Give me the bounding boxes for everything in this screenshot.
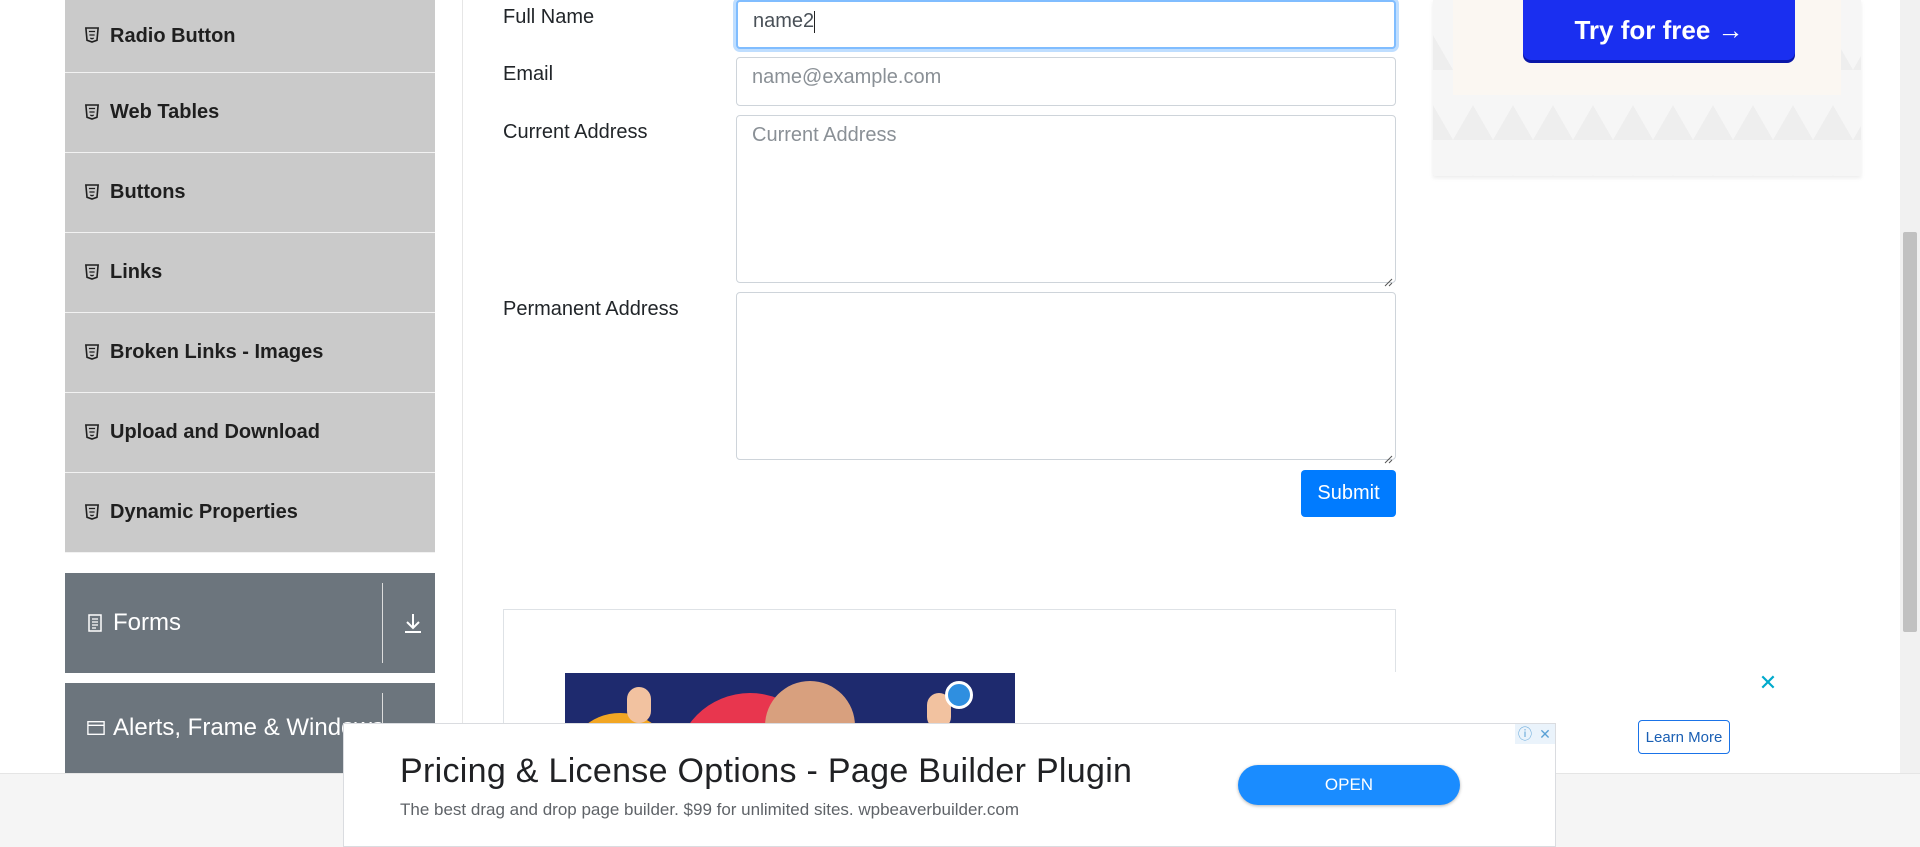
ad-inner: Try for free →	[1453, 0, 1841, 95]
email-label: Email	[503, 63, 554, 85]
window-icon	[87, 719, 105, 737]
sidebar-item-label: Buttons	[110, 181, 186, 203]
html-icon	[85, 423, 101, 442]
sidebar-group-forms[interactable]: Forms	[65, 573, 435, 673]
sidebar-item-label: Radio Button	[110, 24, 236, 47]
close-ad-icon[interactable]: ✕	[1757, 672, 1779, 694]
current-address-placeholder: Current Address	[752, 124, 897, 146]
download-icon[interactable]	[402, 611, 424, 635]
sidebar-item-label: Broken Links - Images	[110, 341, 324, 363]
banner-title[interactable]: Pricing & License Options - Page Builder…	[400, 752, 1132, 791]
full-name-value: name2	[753, 10, 815, 32]
sidebar-item-label: Web Tables	[110, 101, 220, 123]
bottom-banner-ad[interactable]: Pricing & License Options - Page Builder…	[343, 723, 1556, 847]
learn-more-button[interactable]: Learn More	[1638, 720, 1730, 754]
divider	[382, 583, 383, 663]
html-icon	[85, 343, 101, 362]
sidebar-item-upload-download[interactable]: Upload and Download	[65, 393, 435, 473]
full-name-input[interactable]: name2	[736, 0, 1396, 49]
left-panel: Radio Button Web Tables Buttons Links Br…	[35, 0, 463, 847]
open-button[interactable]: OPEN	[1238, 765, 1460, 805]
html-icon	[85, 503, 101, 522]
sidebar-item-label: Links	[110, 261, 163, 283]
resize-handle-icon[interactable]	[1383, 447, 1393, 464]
email-placeholder: name@example.com	[752, 66, 942, 88]
current-address-textarea[interactable]: Current Address	[736, 115, 1396, 287]
document-icon	[87, 614, 105, 632]
text-caret	[814, 10, 816, 33]
html-icon	[85, 103, 101, 122]
sidebar-item-broken-links[interactable]: Broken Links - Images	[65, 313, 435, 393]
scrollbar-thumb[interactable]	[1903, 232, 1917, 632]
sidebar-item-label: Dynamic Properties	[110, 501, 298, 523]
ad-dot	[945, 681, 973, 709]
info-icon[interactable]: ⓘ	[1515, 724, 1535, 744]
elements-menu-list: Radio Button Web Tables Buttons Links Br…	[65, 0, 435, 553]
html-icon	[85, 27, 101, 45]
full-name-label: Full Name	[503, 6, 595, 28]
html-icon	[85, 263, 101, 282]
adchoices[interactable]: ⓘ ✕	[1515, 724, 1555, 744]
banner-description: The best drag and drop page builder. $99…	[400, 800, 1019, 819]
sidebar-item-buttons[interactable]: Buttons	[65, 153, 435, 233]
permanent-address-textarea[interactable]	[736, 292, 1396, 464]
html-icon	[85, 183, 101, 202]
ad-hand	[627, 687, 651, 723]
close-icon[interactable]: ✕	[1535, 724, 1555, 744]
group-label: Forms	[113, 609, 181, 636]
try-for-free-button[interactable]: Try for free →	[1523, 0, 1795, 60]
sidebar-item-radio-button[interactable]: Radio Button	[65, 0, 435, 73]
submit-button[interactable]: Submit	[1301, 470, 1396, 517]
current-address-label: Current Address	[503, 121, 648, 143]
sidebar-item-links[interactable]: Links	[65, 233, 435, 313]
sidebar-item-label: Upload and Download	[110, 421, 320, 443]
sidebar-item-dynamic-properties[interactable]: Dynamic Properties	[65, 473, 435, 553]
right-ad: Try for free →	[1433, 0, 1861, 176]
permanent-address-label: Permanent Address	[503, 298, 679, 320]
sidebar-item-web-tables[interactable]: Web Tables	[65, 73, 435, 153]
resize-handle-icon[interactable]	[1383, 270, 1393, 287]
page: Radio Button Web Tables Buttons Links Br…	[0, 0, 1920, 847]
email-input[interactable]: name@example.com	[736, 57, 1396, 106]
